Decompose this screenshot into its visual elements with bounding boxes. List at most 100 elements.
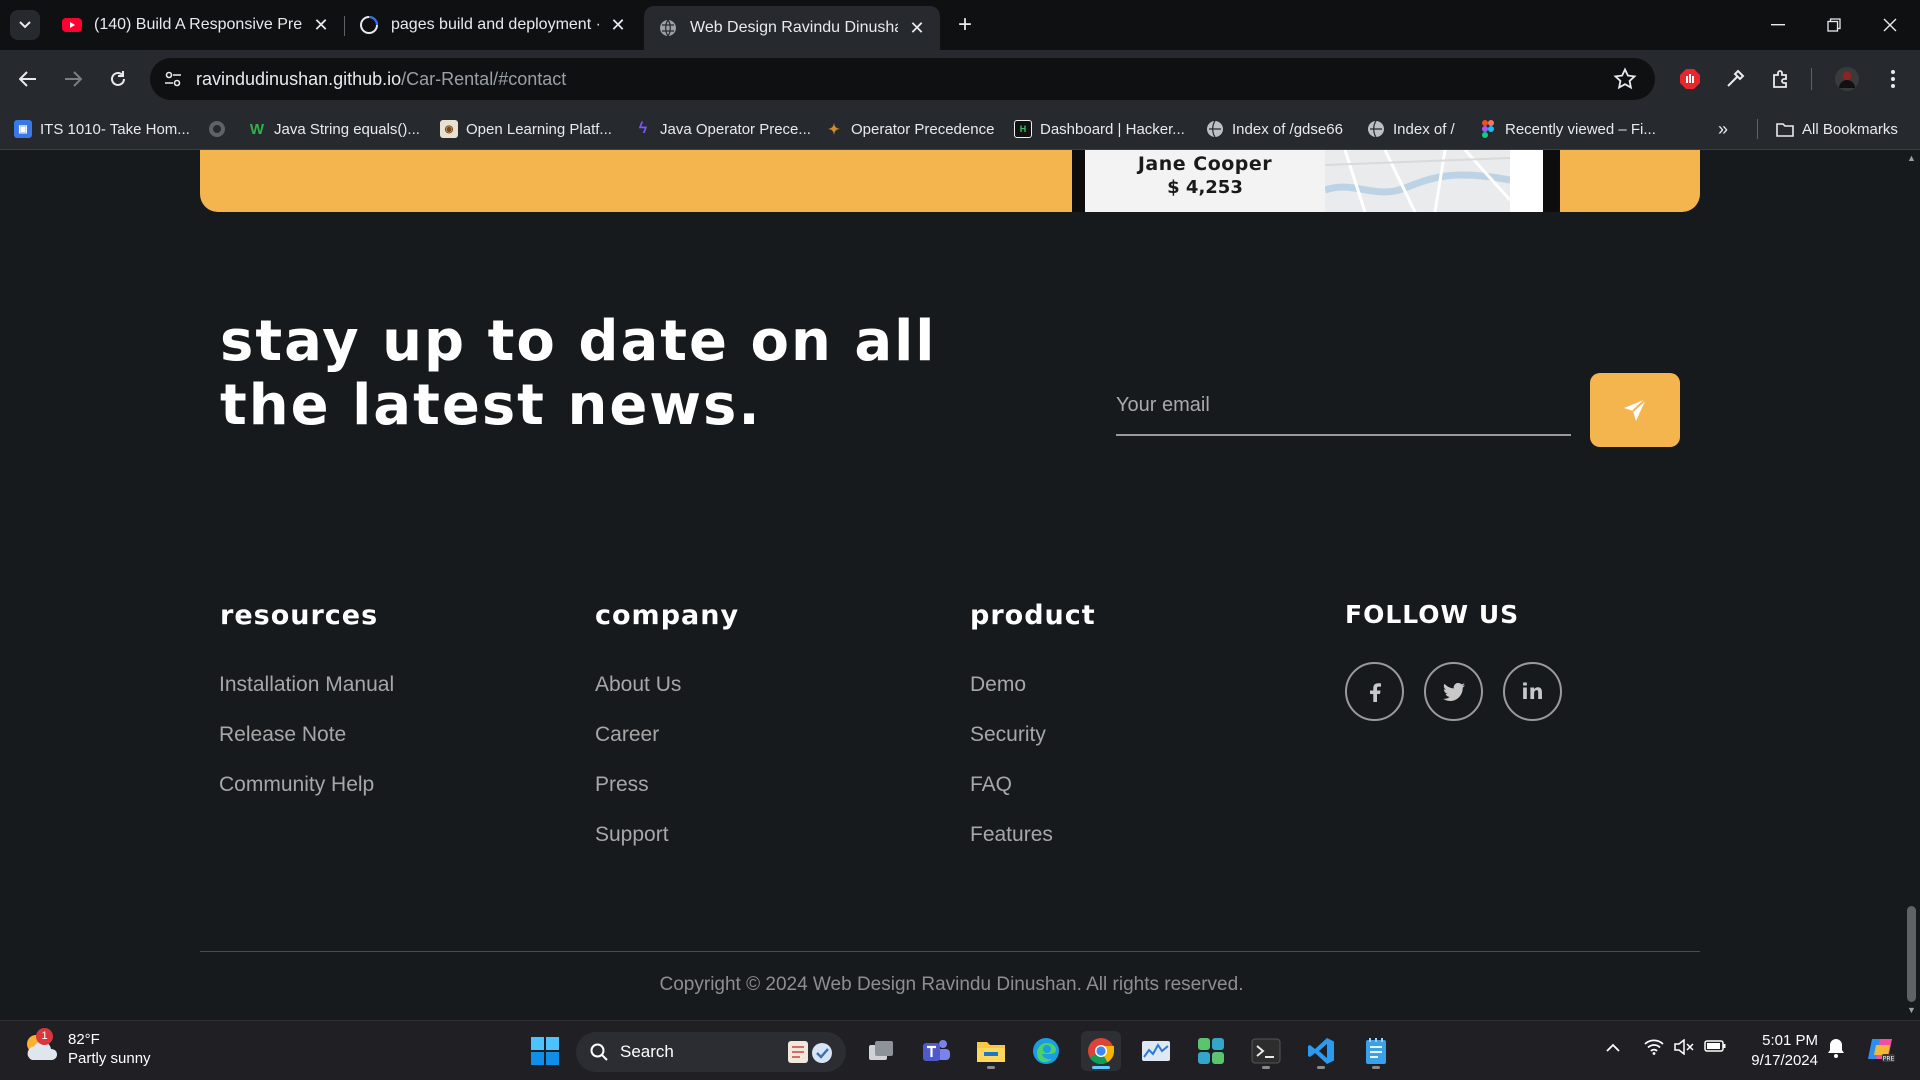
url-path: /Car-Rental/#contact xyxy=(401,68,567,89)
bookmark-hackerrank[interactable]: H Dashboard | Hacker... xyxy=(1014,118,1185,140)
scroll-down-arrow-icon[interactable]: ▼ xyxy=(1907,1006,1916,1015)
subscribe-button[interactable] xyxy=(1590,373,1680,447)
footer-link-about-us[interactable]: About Us xyxy=(595,673,681,697)
footer-link-career[interactable]: Career xyxy=(595,723,659,747)
tab-web-design[interactable]: Web Design Ravindu Dinushan ✕ xyxy=(644,6,940,50)
volume-muted-icon xyxy=(1674,1038,1694,1056)
bookmark-label: ITS 1010- Take Hom... xyxy=(40,120,190,138)
edge-app[interactable] xyxy=(1026,1031,1066,1071)
footer-link-support[interactable]: Support xyxy=(595,823,669,847)
terminal-app[interactable] xyxy=(1246,1031,1286,1071)
all-bookmarks-button[interactable]: All Bookmarks xyxy=(1776,118,1898,140)
email-field[interactable] xyxy=(1116,380,1571,430)
university-crest-icon: ◉ xyxy=(440,120,458,138)
close-tab-icon[interactable]: ✕ xyxy=(607,14,629,36)
chrome-app[interactable] xyxy=(1081,1031,1121,1071)
new-tab-button[interactable]: + xyxy=(950,10,980,40)
close-window-button[interactable] xyxy=(1862,0,1918,50)
terminal-icon xyxy=(1251,1038,1281,1064)
footer-link-community-help[interactable]: Community Help xyxy=(219,773,374,797)
app-shortcut-green[interactable] xyxy=(1191,1031,1231,1071)
tab-search-button[interactable] xyxy=(10,10,40,40)
adblock-extension-icon[interactable] xyxy=(1673,62,1707,96)
tab-github[interactable]: pages build and deployment · r ✕ xyxy=(345,6,641,44)
close-tab-icon[interactable]: ✕ xyxy=(310,14,332,36)
teams-app[interactable] xyxy=(916,1031,956,1071)
bell-icon xyxy=(1828,1039,1844,1058)
map-roads-graphic xyxy=(1323,150,1512,212)
more-bookmarks-button[interactable]: » xyxy=(1718,118,1728,140)
back-button[interactable] xyxy=(11,62,45,96)
bookmark-operator-precedence[interactable]: ✦ Operator Precedence xyxy=(825,118,994,140)
footer-link-faq[interactable]: FAQ xyxy=(970,773,1012,797)
scroll-up-arrow-icon[interactable]: ▲ xyxy=(1907,154,1916,163)
task-view-icon xyxy=(869,1041,893,1060)
close-tab-icon[interactable]: ✕ xyxy=(906,17,928,39)
bookmark-star-icon[interactable] xyxy=(1613,67,1637,91)
scrollbar-thumb[interactable] xyxy=(1907,906,1916,1002)
bookmark-its1010[interactable]: ▣ ITS 1010- Take Hom... xyxy=(14,118,190,140)
file-explorer-app[interactable] xyxy=(971,1031,1011,1071)
owl-icon: ✦ xyxy=(828,120,840,137)
forward-button[interactable] xyxy=(56,62,90,96)
task-view-button[interactable] xyxy=(861,1031,901,1071)
linkedin-link[interactable]: in xyxy=(1503,662,1562,721)
color-picker-extension-icon[interactable] xyxy=(1718,62,1752,96)
footer-link-press[interactable]: Press xyxy=(595,773,649,797)
tab-title: pages build and deployment · r xyxy=(391,16,599,33)
tab-youtube[interactable]: (140) Build A Responsive Premiu ✕ xyxy=(48,6,344,44)
site-info-icon[interactable] xyxy=(158,64,188,94)
bookmark-index-gdse66[interactable]: Index of /gdse66 xyxy=(1206,118,1343,140)
battery-status[interactable] xyxy=(1704,1039,1726,1056)
bookmark-java-string[interactable]: W Java String equals()... xyxy=(248,118,420,140)
hackerrank-icon: H xyxy=(1014,120,1032,138)
extensions-puzzle-icon[interactable] xyxy=(1764,62,1798,96)
youtube-icon xyxy=(62,15,82,35)
hero-banner-bottom: Jane Cooper $ 4,253 xyxy=(200,150,1700,212)
notifications-button[interactable] xyxy=(1827,1038,1845,1061)
twitter-link[interactable] xyxy=(1424,662,1483,721)
paper-plane-icon xyxy=(1624,398,1647,421)
chevron-up-icon xyxy=(1606,1043,1620,1052)
bookmark-figma[interactable]: Recently viewed – Fi... xyxy=(1479,118,1656,140)
resource-monitor-app[interactable] xyxy=(1136,1031,1176,1071)
footer-link-installation-manual[interactable]: Installation Manual xyxy=(219,673,394,697)
notepad-app[interactable] xyxy=(1356,1031,1396,1071)
page-scrollbar[interactable]: ▲ ▼ xyxy=(1903,150,1920,1020)
show-hidden-icons-button[interactable] xyxy=(1606,1039,1620,1055)
volume-status[interactable] xyxy=(1674,1038,1694,1058)
facebook-link[interactable] xyxy=(1345,662,1404,721)
bookmark-java-operator[interactable]: ϟ Java Operator Prece... xyxy=(634,118,811,140)
minimize-icon xyxy=(1771,24,1785,26)
bookmark-github[interactable] xyxy=(208,118,234,140)
windows-taskbar: 1 82°F Partly sunny Search 5:01 PM 9/17/… xyxy=(0,1020,1920,1080)
arrow-left-icon xyxy=(19,71,36,87)
footer-link-demo[interactable]: Demo xyxy=(970,673,1026,697)
taskbar-search-box[interactable]: Search xyxy=(576,1032,846,1072)
minimize-button[interactable] xyxy=(1750,0,1806,50)
bookmark-index-root[interactable]: Index of / xyxy=(1367,118,1455,140)
kebab-menu-icon xyxy=(1891,70,1895,88)
wifi-status[interactable] xyxy=(1644,1039,1664,1058)
copilot-icon: PRE xyxy=(1868,1039,1895,1063)
bookmark-label: Index of /gdse66 xyxy=(1232,120,1343,138)
weather-temperature: 82°F xyxy=(68,1031,100,1048)
footer-link-release-note[interactable]: Release Note xyxy=(219,723,346,747)
system-clock[interactable]: 5:01 PM 9/17/2024 xyxy=(1738,1031,1818,1071)
vscode-app[interactable] xyxy=(1301,1031,1341,1071)
reload-button[interactable] xyxy=(101,62,135,96)
footer-link-features[interactable]: Features xyxy=(970,823,1053,847)
bookmark-open-learning[interactable]: ◉ Open Learning Platf... xyxy=(440,118,612,140)
start-button[interactable] xyxy=(525,1031,565,1071)
weather-widget[interactable]: 1 82°F Partly sunny xyxy=(22,1028,151,1068)
app-active-indicator xyxy=(1092,1066,1110,1069)
chrome-menu-button[interactable] xyxy=(1876,62,1910,96)
windows-logo-icon xyxy=(531,1037,559,1065)
copilot-button[interactable]: PRE xyxy=(1866,1035,1896,1066)
address-bar[interactable]: ravindudinushan.github.io/Car-Rental/#co… xyxy=(150,58,1655,100)
profile-avatar[interactable] xyxy=(1830,62,1864,96)
restore-button[interactable] xyxy=(1806,0,1862,50)
footer-link-security[interactable]: Security xyxy=(970,723,1046,747)
partly-sunny-icon: 1 xyxy=(22,1028,60,1068)
figma-icon xyxy=(1479,120,1497,138)
